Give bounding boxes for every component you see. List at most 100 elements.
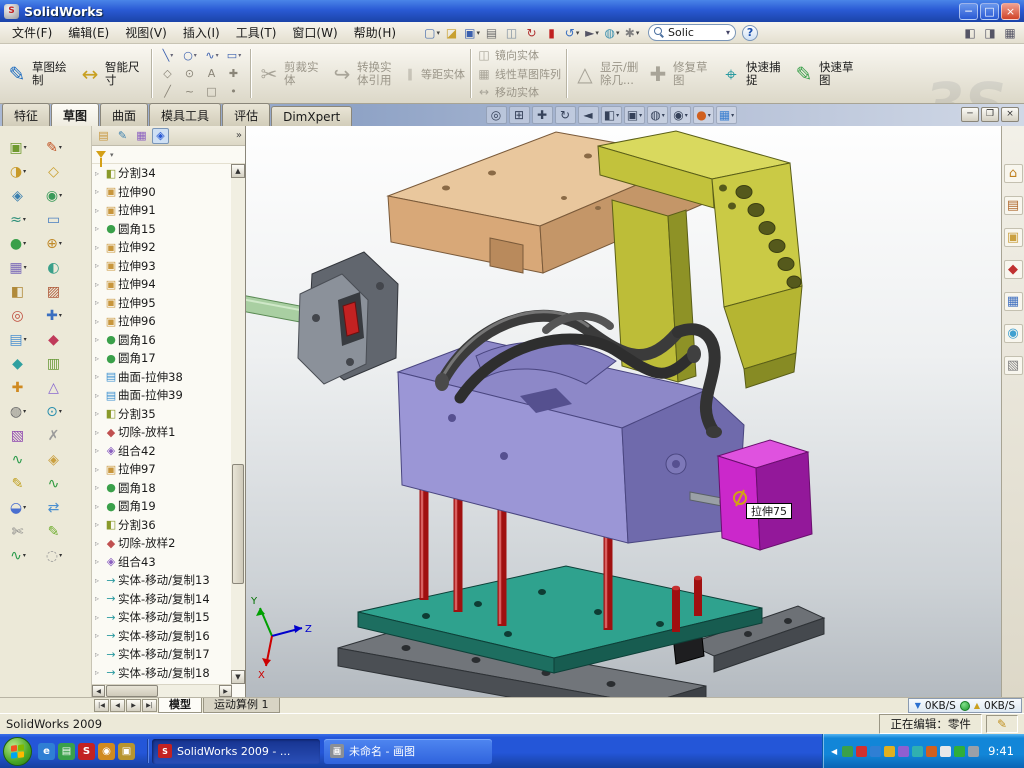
sketch-tool-button[interactable]: ⇄ bbox=[39, 498, 69, 517]
toolbar-icon[interactable]: ▢▾ bbox=[422, 24, 442, 42]
feature-tool-button[interactable]: ◧ bbox=[3, 282, 33, 301]
sketch-entity-icon[interactable]: ~ bbox=[179, 83, 201, 101]
feature-tool-button[interactable]: ◎ bbox=[3, 306, 33, 325]
toolbar-icon[interactable]: ✱▾ bbox=[622, 24, 642, 42]
sketch-tool-button[interactable]: ▥ bbox=[39, 354, 69, 373]
expander-icon[interactable]: ▹ bbox=[95, 576, 104, 585]
doc-tab[interactable]: 模型 bbox=[158, 698, 202, 713]
feature-tree-item[interactable]: ▹ ◧ 分割36 bbox=[92, 516, 232, 535]
menu-item[interactable]: 工具(T) bbox=[228, 24, 285, 42]
sketch-entity-icon[interactable]: • bbox=[223, 83, 245, 101]
manager-tab-icon[interactable]: ▤ bbox=[95, 128, 112, 144]
feature-tree-item[interactable]: ▹ ◆ 切除-放样1 bbox=[92, 423, 232, 442]
sketch-tool-button[interactable]: △ bbox=[39, 378, 69, 397]
manager-tab-icon[interactable]: ▦ bbox=[133, 128, 150, 144]
expander-icon[interactable]: ▹ bbox=[95, 298, 104, 307]
view-tool-icon[interactable]: ▦▾ bbox=[716, 106, 737, 124]
feature-tool-button[interactable]: ◒▾ bbox=[3, 498, 33, 517]
expander-icon[interactable]: ▹ bbox=[95, 428, 104, 437]
ribbon-tab[interactable]: 草图 bbox=[51, 103, 99, 126]
expander-icon[interactable]: ▹ bbox=[95, 391, 104, 400]
feature-tree-item[interactable]: ▹ ◧ 分割35 bbox=[92, 405, 232, 424]
sketch-tool-button[interactable]: ◆ bbox=[39, 330, 69, 349]
feature-tree-item[interactable]: ▹ ● 圆角16 bbox=[92, 331, 232, 350]
task-pane-tab-icon[interactable]: ▤ bbox=[1004, 196, 1023, 215]
quick-launch-icon[interactable]: S bbox=[78, 743, 95, 760]
feature-tool-button[interactable]: ∿▾ bbox=[3, 546, 33, 565]
tray-icon[interactable] bbox=[884, 746, 895, 757]
tray-icon[interactable] bbox=[940, 746, 951, 757]
toolbar-icon[interactable]: ▣▾ bbox=[462, 24, 482, 42]
command-button[interactable]: ✎ 快速草图 bbox=[789, 46, 862, 101]
menu-item[interactable]: 视图(V) bbox=[117, 24, 175, 42]
sketch-entity-icon[interactable]: A bbox=[201, 65, 223, 83]
toolbar-icon[interactable]: ◪ bbox=[442, 24, 462, 42]
doc-minimize-button[interactable]: ─ bbox=[961, 107, 979, 122]
menu-item[interactable]: 帮助(H) bbox=[346, 24, 404, 42]
magenta-block-part[interactable] bbox=[718, 440, 812, 550]
feature-tool-button[interactable]: ▦▾ bbox=[3, 258, 33, 277]
expander-icon[interactable]: ▹ bbox=[95, 613, 104, 622]
toolbar-icon[interactable]: ↻ bbox=[522, 24, 542, 42]
start-button[interactable] bbox=[3, 737, 32, 766]
tree-vertical-scrollbar[interactable]: ▲ ▼ bbox=[231, 164, 245, 684]
view-tool-icon[interactable]: ✚ bbox=[532, 106, 553, 124]
expander-icon[interactable]: ▹ bbox=[95, 446, 104, 455]
sketch-entity-icon[interactable]: ╲▾ bbox=[157, 47, 179, 65]
feature-tree-item[interactable]: ▹ ◈ 组合42 bbox=[92, 442, 232, 461]
menu-item[interactable]: 窗口(W) bbox=[284, 24, 345, 42]
ribbon-tab[interactable]: 评估 bbox=[222, 103, 270, 126]
feature-tool-button[interactable]: ✚ bbox=[3, 378, 33, 397]
net-monitor-logo-icon[interactable] bbox=[960, 701, 970, 711]
feature-tool-button[interactable]: ●▾ bbox=[3, 234, 33, 253]
expander-icon[interactable]: ▹ bbox=[95, 465, 104, 474]
view-tool-icon[interactable]: ◎ bbox=[486, 106, 507, 124]
feature-tree-item[interactable]: ▹ ▣ 拉伸93 bbox=[92, 257, 232, 276]
expander-icon[interactable]: ▹ bbox=[95, 483, 104, 492]
minimize-button[interactable]: ─ bbox=[959, 3, 978, 20]
feature-tree-item[interactable]: ▹ ▣ 拉伸91 bbox=[92, 201, 232, 220]
toolbar-icon[interactable]: ↺▾ bbox=[562, 24, 582, 42]
feature-tree-item[interactable]: ▹ ◧ 分割34 bbox=[92, 164, 232, 183]
graphics-viewport[interactable]: Y Z X 拉伸75 bbox=[246, 126, 1001, 697]
tray-icon[interactable] bbox=[842, 746, 853, 757]
command-row-button[interactable]: ▦ 线性草图阵列 bbox=[476, 65, 561, 83]
feature-tool-button[interactable]: ▤▾ bbox=[3, 330, 33, 349]
close-button[interactable]: × bbox=[1001, 3, 1020, 20]
feature-tool-button[interactable]: ◑▾ bbox=[3, 162, 33, 181]
sketch-tool-button[interactable]: ◐ bbox=[39, 258, 69, 277]
expander-icon[interactable]: ▹ bbox=[95, 280, 104, 289]
feature-tool-button[interactable]: ◍▾ bbox=[3, 402, 33, 421]
ribbon-tab[interactable]: 曲面 bbox=[100, 103, 148, 126]
feature-tree-item[interactable]: ▹ ▣ 拉伸92 bbox=[92, 238, 232, 257]
command-button[interactable]: ↪ 转换实体引用 bbox=[327, 46, 400, 101]
feature-tree-item[interactable]: ▹ ▣ 拉伸90 bbox=[92, 183, 232, 202]
tray-chevron-icon[interactable]: ◀ bbox=[831, 747, 837, 756]
toolbar-icon[interactable]: ▮ bbox=[542, 24, 562, 42]
task-pane-tab-icon[interactable]: ▦ bbox=[1004, 292, 1023, 311]
ribbon-tab[interactable]: 模具工具 bbox=[149, 103, 221, 126]
tray-icon[interactable] bbox=[926, 746, 937, 757]
tray-icon[interactable] bbox=[898, 746, 909, 757]
filter-dropdown-icon[interactable]: ▾ bbox=[110, 151, 114, 159]
view-tool-icon[interactable]: ↻ bbox=[555, 106, 576, 124]
command-row-button[interactable]: ◫ 镜向实体 bbox=[476, 46, 561, 64]
scroll-left-icon[interactable]: ◀ bbox=[92, 685, 105, 697]
sketch-entity-icon[interactable]: ✚ bbox=[223, 65, 245, 83]
toolbar-icon[interactable]: ▤ bbox=[482, 24, 502, 42]
feature-tree-item[interactable]: ▹ ◈ 组合43 bbox=[92, 553, 232, 572]
sketch-tool-button[interactable]: ∿ bbox=[39, 474, 69, 493]
expander-icon[interactable]: ▹ bbox=[95, 335, 104, 344]
toolbar-icon[interactable]: ◫ bbox=[502, 24, 522, 42]
doc-nav-icon[interactable]: ▶| bbox=[142, 699, 157, 712]
task-pane-tab-icon[interactable]: ◆ bbox=[1004, 260, 1023, 279]
search-box[interactable]: Solic ▾ bbox=[648, 24, 736, 41]
view-tool-icon[interactable]: ●▾ bbox=[693, 106, 714, 124]
command-button[interactable]: ⌖ 快速捕捉 bbox=[716, 46, 789, 101]
task-pane-tab-icon[interactable]: ⌂ bbox=[1004, 164, 1023, 183]
pane-toggle-icon[interactable]: ◨ bbox=[980, 24, 1000, 42]
expand-panel-icon[interactable]: » bbox=[236, 130, 242, 141]
sketch-tool-button[interactable]: ⊕▾ bbox=[39, 234, 69, 253]
doc-restore-button[interactable]: ❐ bbox=[981, 107, 999, 122]
toolbar-icon[interactable]: ►▾ bbox=[582, 24, 602, 42]
